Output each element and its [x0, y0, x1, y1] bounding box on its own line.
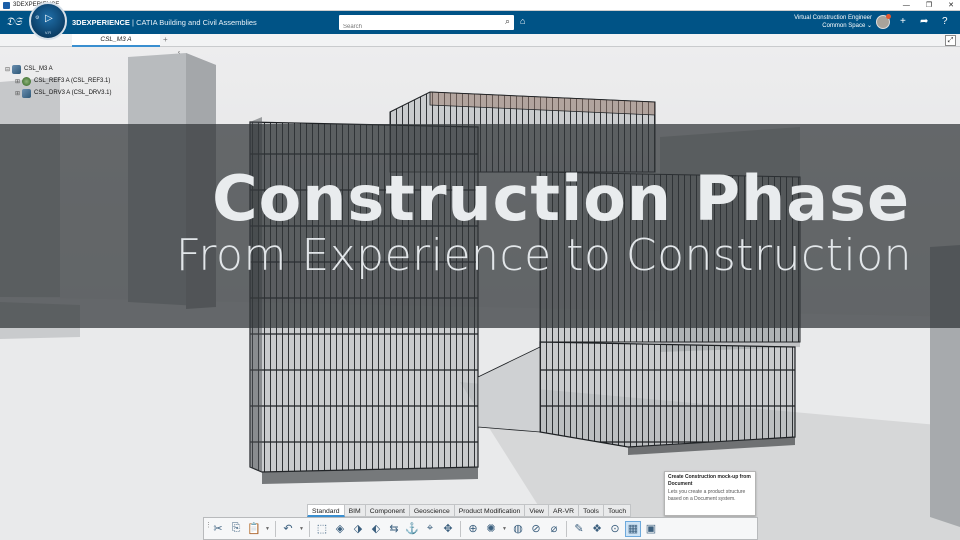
app-icon — [3, 1, 10, 9]
add-icon[interactable]: + — [900, 16, 906, 28]
undo-icon[interactable]: ↶ — [280, 521, 296, 537]
title-banner: Construction Phase From Experience to Co… — [0, 124, 960, 328]
section-tab-ar-vr[interactable]: AR-VR — [548, 504, 580, 517]
app-header: 𝔇𝔖 3DEXPERIENCE | CATIA Building and Civ… — [0, 11, 960, 35]
toolbar-separator — [566, 520, 567, 537]
compass-version: V.R — [44, 30, 52, 35]
annotate-icon[interactable]: ✎ — [571, 521, 587, 537]
tree-node-label: CSL_DRV3 A (CSL_DRV3.1) — [34, 90, 112, 96]
collaborative-space[interactable]: Common Space ⌄ — [760, 22, 872, 30]
compass-widget[interactable]: ⚙ ▷ V.R — [29, 2, 67, 40]
action-bar-sections: Standard BIM Component Geoscience Product Mo… — [307, 504, 632, 517]
play-icon[interactable]: ▷ — [45, 13, 53, 24]
mockup-from-document-icon[interactable]: ▦ — [625, 520, 641, 537]
scene-icon[interactable]: ❖ — [589, 521, 605, 537]
insert-product-icon[interactable]: ⬚ — [314, 521, 330, 537]
action-bar: ⋮ ✂ ⎘ 📋 ▼ ↶ ▼ ⬚ ◈ ⬗ ⬖ ⇆ ⚓ ⌖ ✥ ⊕ ✺ ▼ ◍ ⊘ ⌀ ✎ ❖ ⊙ ▦ ▣ — [203, 517, 758, 540]
tab-csl-m3[interactable]: CSL_M3 A — [72, 34, 160, 47]
cut-icon[interactable]: ✂ — [210, 521, 226, 537]
new-tab-icon[interactable]: + — [163, 34, 168, 46]
window-controls: — ❐ ✕ — [903, 0, 954, 11]
paste-icon[interactable]: 📋 — [246, 521, 262, 537]
minimize-button[interactable]: — — [903, 0, 910, 11]
user-role: Virtual Construction Engineer — [794, 15, 872, 21]
section-tab-geoscience[interactable]: Geoscience — [409, 504, 455, 517]
clash-icon[interactable]: ◍ — [510, 521, 526, 537]
dropdown-arrow-icon[interactable]: ▼ — [501, 521, 508, 537]
ds-logo-icon[interactable]: 𝔇𝔖 — [6, 15, 22, 29]
section-tab-touch[interactable]: Touch — [603, 504, 632, 517]
dropdown-arrow-icon[interactable]: ▼ — [264, 521, 271, 537]
banner-title: Construction Phase — [212, 162, 910, 235]
explode-icon[interactable]: ✺ — [483, 521, 499, 537]
toolbar-separator — [460, 520, 461, 537]
banner-subtitle: From Experience to Construction — [175, 230, 912, 281]
tooltip-description: Lets you create a product structure base… — [668, 489, 746, 502]
notification-badge — [886, 14, 891, 19]
toolbar-handle-icon[interactable]: ⋮ — [205, 521, 212, 529]
reorder-icon[interactable]: ⇆ — [386, 521, 402, 537]
app-name: CATIA Building and Civil Assemblies — [136, 18, 257, 27]
os-title-bar: 3DEXPERIENCE — ❐ ✕ — [0, 0, 960, 11]
quick-start-icon[interactable]: ⚙ — [35, 15, 39, 21]
command-tooltip: Create Construction mock-up from Documen… — [664, 471, 756, 516]
insert-part-icon[interactable]: ◈ — [332, 521, 348, 537]
toolbar-separator — [309, 520, 310, 537]
search-input[interactable] — [339, 19, 489, 35]
tree-expand-icon[interactable]: ⊞ — [14, 90, 21, 97]
app-title: 3DEXPERIENCE | CATIA Building and Civil … — [72, 18, 257, 27]
section-tab-product-modification[interactable]: Product Modification — [454, 504, 526, 517]
move-icon[interactable]: ✥ — [440, 521, 456, 537]
toolbar-separator — [275, 520, 276, 537]
snap-icon[interactable]: ⊕ — [465, 521, 481, 537]
fix-icon[interactable]: ⌖ — [422, 521, 438, 537]
search-icon[interactable]: ⌕ — [505, 16, 510, 27]
section-tab-tools[interactable]: Tools — [579, 504, 604, 517]
dropdown-arrow-icon[interactable]: ▼ — [298, 521, 305, 537]
search-box: ⌕ — [339, 15, 514, 35]
tree-panel-collapse-icon[interactable]: ‹ — [178, 50, 180, 56]
product-icon — [22, 76, 31, 86]
construction-mockup-icon[interactable]: ▣ — [643, 521, 659, 537]
tree-node-label: CSL_M3 A — [24, 66, 53, 72]
product-icon — [12, 64, 21, 74]
section-tab-view[interactable]: View — [525, 504, 549, 517]
product-name: 3DEXPERIENCE — [72, 18, 130, 27]
section-tab-component[interactable]: Component — [365, 504, 410, 517]
tree-node-ref3[interactable]: ⊞ CSL_REF3 A (CSL_REF3.1) — [4, 75, 111, 87]
restore-button[interactable]: ❐ — [926, 0, 932, 11]
tree-node-root[interactable]: ⊟ CSL_M3 A — [4, 63, 111, 75]
user-info[interactable]: Virtual Construction Engineer Common Spa… — [760, 14, 872, 30]
section-tab-bim[interactable]: BIM — [344, 504, 366, 517]
tag-icon[interactable]: ⌂ — [520, 16, 525, 26]
copy-icon[interactable]: ⎘ — [228, 521, 244, 537]
document-tab-bar: CSL_M3 A + ⤢ — [0, 34, 960, 47]
tooltip-title: Create Construction mock-up from Documen… — [668, 474, 751, 487]
share-icon[interactable]: ➦ — [920, 16, 928, 28]
insert-document-icon[interactable]: ⬗ — [350, 521, 366, 537]
close-button[interactable]: ✕ — [948, 0, 954, 11]
sectioning-icon[interactable]: ⊘ — [528, 521, 544, 537]
tree-expand-icon[interactable]: ⊞ — [14, 78, 21, 85]
replace-icon[interactable]: ⬖ — [368, 521, 384, 537]
tree-node-drv3[interactable]: ⊞ CSL_DRV3 A (CSL_DRV3.1) — [4, 87, 111, 99]
derived-product-icon — [22, 88, 31, 98]
measure-icon[interactable]: ⌀ — [546, 521, 562, 537]
tree-collapse-icon[interactable]: ⊟ — [4, 66, 11, 73]
help-icon[interactable]: ? — [942, 16, 948, 28]
specification-tree: ⊟ CSL_M3 A ⊞ CSL_REF3 A (CSL_REF3.1) ⊞ C… — [4, 63, 111, 99]
expand-icon[interactable]: ⤢ — [945, 35, 956, 46]
camera-icon[interactable]: ⊙ — [607, 521, 623, 537]
section-tab-standard[interactable]: Standard — [307, 504, 345, 517]
constraint-icon[interactable]: ⚓ — [404, 521, 420, 537]
tree-node-label: CSL_REF3 A (CSL_REF3.1) — [34, 78, 111, 84]
